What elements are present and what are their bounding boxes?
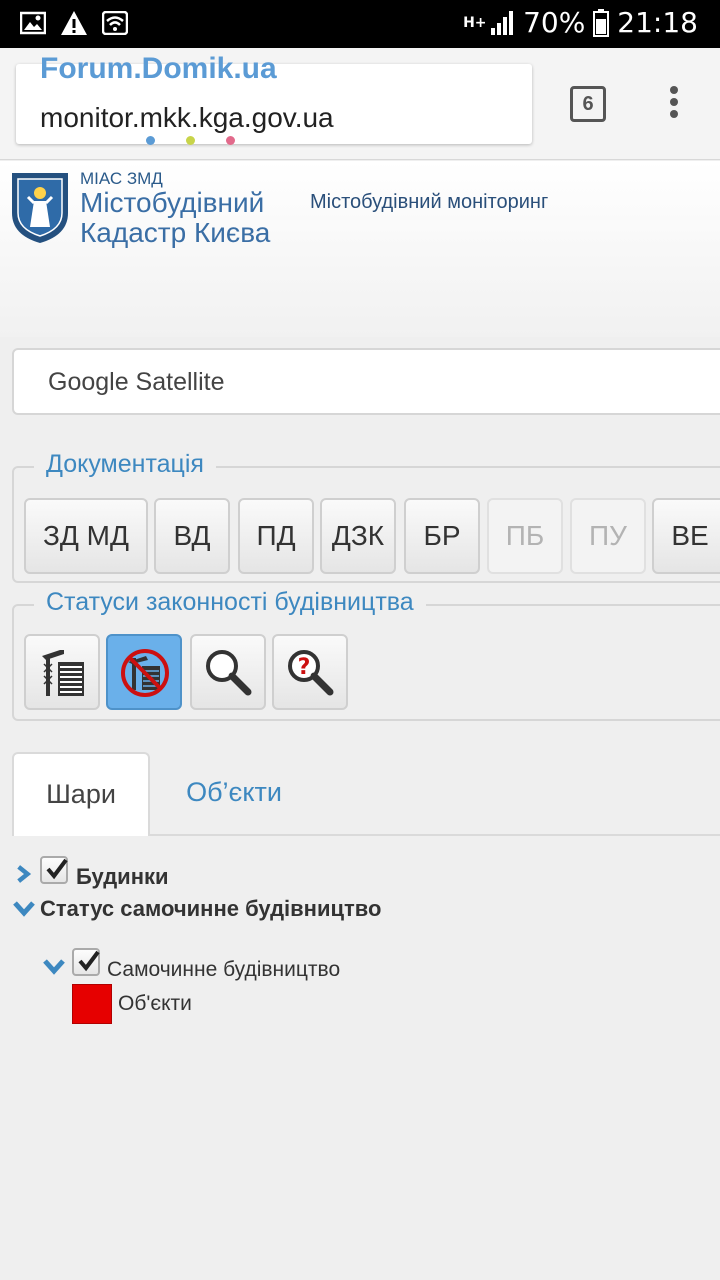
tab-objects[interactable]: Об’єкти bbox=[164, 752, 304, 836]
battery-icon bbox=[593, 8, 610, 37]
legal-construction-button[interactable] bbox=[24, 634, 100, 710]
browser-toolbar: monitor.mkk.kga.gov.ua Forum.Domik.ua 6 bbox=[0, 48, 720, 160]
chevron-down-icon[interactable] bbox=[42, 958, 66, 976]
tab-layers[interactable]: Шари bbox=[12, 752, 150, 836]
watermark: Forum.Domik.ua bbox=[40, 52, 277, 85]
logo-abbr: МІАС ЗМД bbox=[80, 169, 163, 188]
documentation-legend: Документація bbox=[34, 450, 216, 479]
tree-node-buildings: Будинки bbox=[16, 850, 169, 890]
legend-objects-label: Об'єкти bbox=[118, 992, 192, 1015]
site-subtitle: Містобудівний моніторинг bbox=[310, 191, 549, 213]
system-indicators: H+ 70% 21:18 bbox=[463, 6, 698, 39]
illegal-construction-button[interactable] bbox=[106, 634, 182, 710]
warning-icon bbox=[61, 11, 87, 35]
url-text[interactable]: monitor.mkk.kga.gov.ua bbox=[40, 102, 334, 134]
status-bar: H+ 70% 21:18 bbox=[0, 0, 720, 48]
legend-item-objects: Об'єкти bbox=[72, 984, 192, 1024]
watermark-dot bbox=[226, 136, 235, 145]
kyiv-shield-logo-icon[interactable] bbox=[8, 169, 72, 245]
documentation-panel: Документація ЗД МД ВД ПД ДЗК БР ПБ ПУ ВЕ bbox=[12, 450, 720, 583]
tab-switcher-button[interactable]: 6 bbox=[570, 86, 606, 122]
wifi-box-icon bbox=[102, 11, 128, 35]
search-status-button[interactable] bbox=[190, 634, 266, 710]
logo-title-line2: Кадастр Києва bbox=[80, 217, 271, 248]
doc-button-pb: ПБ bbox=[487, 498, 563, 574]
logo-title-line1: Містобудівний bbox=[80, 187, 265, 218]
tab-divider bbox=[150, 834, 720, 836]
tree-node-illegal: Самочинне будівництво bbox=[42, 942, 340, 982]
battery-percent: 70% bbox=[523, 6, 586, 39]
watermark-dot bbox=[146, 136, 155, 145]
doc-button-dzk[interactable]: ДЗК bbox=[320, 498, 396, 574]
legality-status-panel: Статуси законності будівництва ? bbox=[12, 588, 720, 721]
basemap-select[interactable]: Google Satellite bbox=[12, 348, 720, 415]
legality-legend: Статуси законності будівництва bbox=[34, 588, 426, 617]
buildings-label: Будинки bbox=[76, 864, 169, 889]
watermark-dot bbox=[186, 136, 195, 145]
doc-button-ve[interactable]: ВЕ bbox=[652, 498, 720, 574]
notification-icons bbox=[20, 10, 128, 36]
illegal-checkbox[interactable] bbox=[72, 948, 100, 976]
checkmark-icon bbox=[78, 950, 100, 972]
checkmark-icon bbox=[46, 858, 68, 880]
svg-text:?: ? bbox=[298, 655, 311, 680]
illegal-construction-icon bbox=[121, 649, 169, 697]
doc-button-vd[interactable]: ВД bbox=[154, 498, 230, 574]
image-notification-icon bbox=[20, 11, 46, 35]
doc-button-br[interactable]: БР bbox=[404, 498, 480, 574]
status-group-label: Статус самочинне будівництво bbox=[40, 896, 382, 921]
unknown-search-icon: ? bbox=[288, 650, 334, 696]
chevron-down-icon[interactable] bbox=[12, 900, 36, 918]
buildings-checkbox[interactable] bbox=[40, 856, 68, 884]
doc-button-pu: ПУ bbox=[570, 498, 646, 574]
legal-construction-icon bbox=[42, 650, 84, 696]
doc-button-zd-md[interactable]: ЗД МД bbox=[24, 498, 148, 574]
signal-icon bbox=[491, 10, 514, 35]
chevron-right-icon[interactable] bbox=[16, 864, 32, 884]
overflow-menu-icon[interactable] bbox=[664, 86, 684, 126]
tree-node-status-group: Статус самочинне будівництво bbox=[12, 896, 381, 922]
unknown-status-button[interactable]: ? bbox=[272, 634, 348, 710]
network-type: H+ bbox=[463, 14, 487, 31]
site-header: МІАС ЗМД Містобудівний Кадастр Києва Міс… bbox=[0, 161, 720, 337]
legend-swatch bbox=[72, 984, 112, 1024]
clock: 21:18 bbox=[617, 6, 698, 39]
illegal-label: Самочинне будівництво bbox=[107, 958, 341, 981]
doc-button-pd[interactable]: ПД bbox=[238, 498, 314, 574]
search-icon bbox=[206, 650, 252, 696]
basemap-selected-value[interactable]: Google Satellite bbox=[48, 368, 225, 397]
